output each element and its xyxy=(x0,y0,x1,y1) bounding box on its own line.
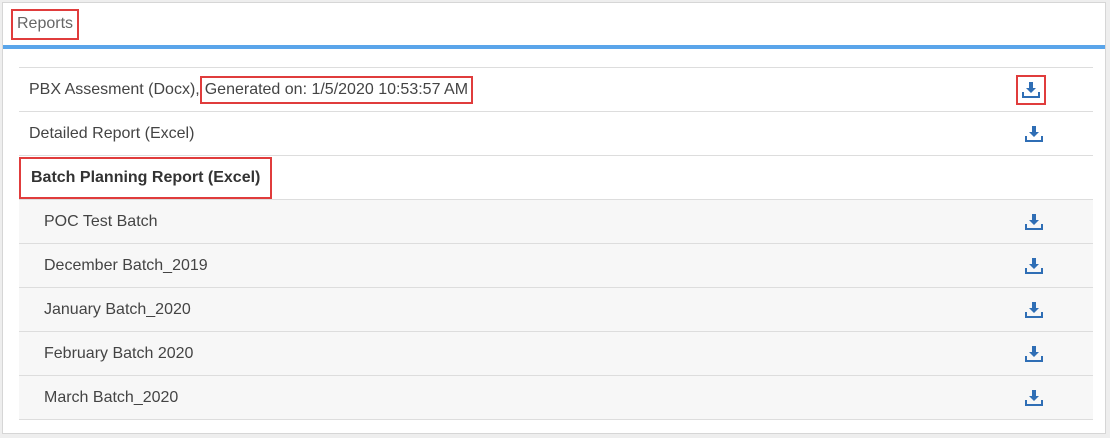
report-row-detailed: Detailed Report (Excel) xyxy=(19,112,1093,156)
batch-label: POC Test Batch xyxy=(44,213,158,230)
batch-row: January Batch_2020 xyxy=(19,288,1093,332)
download-icon[interactable] xyxy=(1023,300,1045,320)
reports-panel: Reports PBX Assesment (Docx), Generated o… xyxy=(2,2,1106,434)
download-icon[interactable] xyxy=(1023,256,1045,276)
batch-label: December Batch_2019 xyxy=(44,257,208,274)
batch-group-header: Batch Planning Report (Excel) xyxy=(19,156,1093,200)
page-title: Reports xyxy=(11,9,80,40)
batch-row: March Batch_2020 xyxy=(19,376,1093,420)
download-icon[interactable] xyxy=(1023,344,1045,364)
batch-row: December Batch_2019 xyxy=(19,244,1093,288)
batch-label: March Batch_2020 xyxy=(44,389,179,406)
batch-label: February Batch 2020 xyxy=(44,345,194,362)
panel-header: Reports xyxy=(3,3,1105,49)
download-icon[interactable] xyxy=(1023,388,1045,408)
batch-group-title: Batch Planning Report (Excel) xyxy=(19,157,273,199)
report-name: PBX Assesment (Docx), xyxy=(29,81,200,98)
report-list: PBX Assesment (Docx), Generated on: 1/5/2… xyxy=(19,67,1093,420)
batch-row: February Batch 2020 xyxy=(19,332,1093,376)
download-icon[interactable] xyxy=(1023,212,1045,232)
batch-label: January Batch_2020 xyxy=(44,301,191,318)
generated-timestamp: Generated on: 1/5/2020 10:53:57 AM xyxy=(199,76,474,104)
download-icon[interactable] xyxy=(1023,124,1045,144)
batch-row: POC Test Batch xyxy=(19,200,1093,244)
report-label-detailed: Detailed Report (Excel) xyxy=(29,125,195,142)
report-row-pbx: PBX Assesment (Docx), Generated on: 1/5/2… xyxy=(19,68,1093,112)
report-label-pbx: PBX Assesment (Docx), Generated on: 1/5/2… xyxy=(29,68,474,111)
download-icon[interactable] xyxy=(1016,75,1046,105)
